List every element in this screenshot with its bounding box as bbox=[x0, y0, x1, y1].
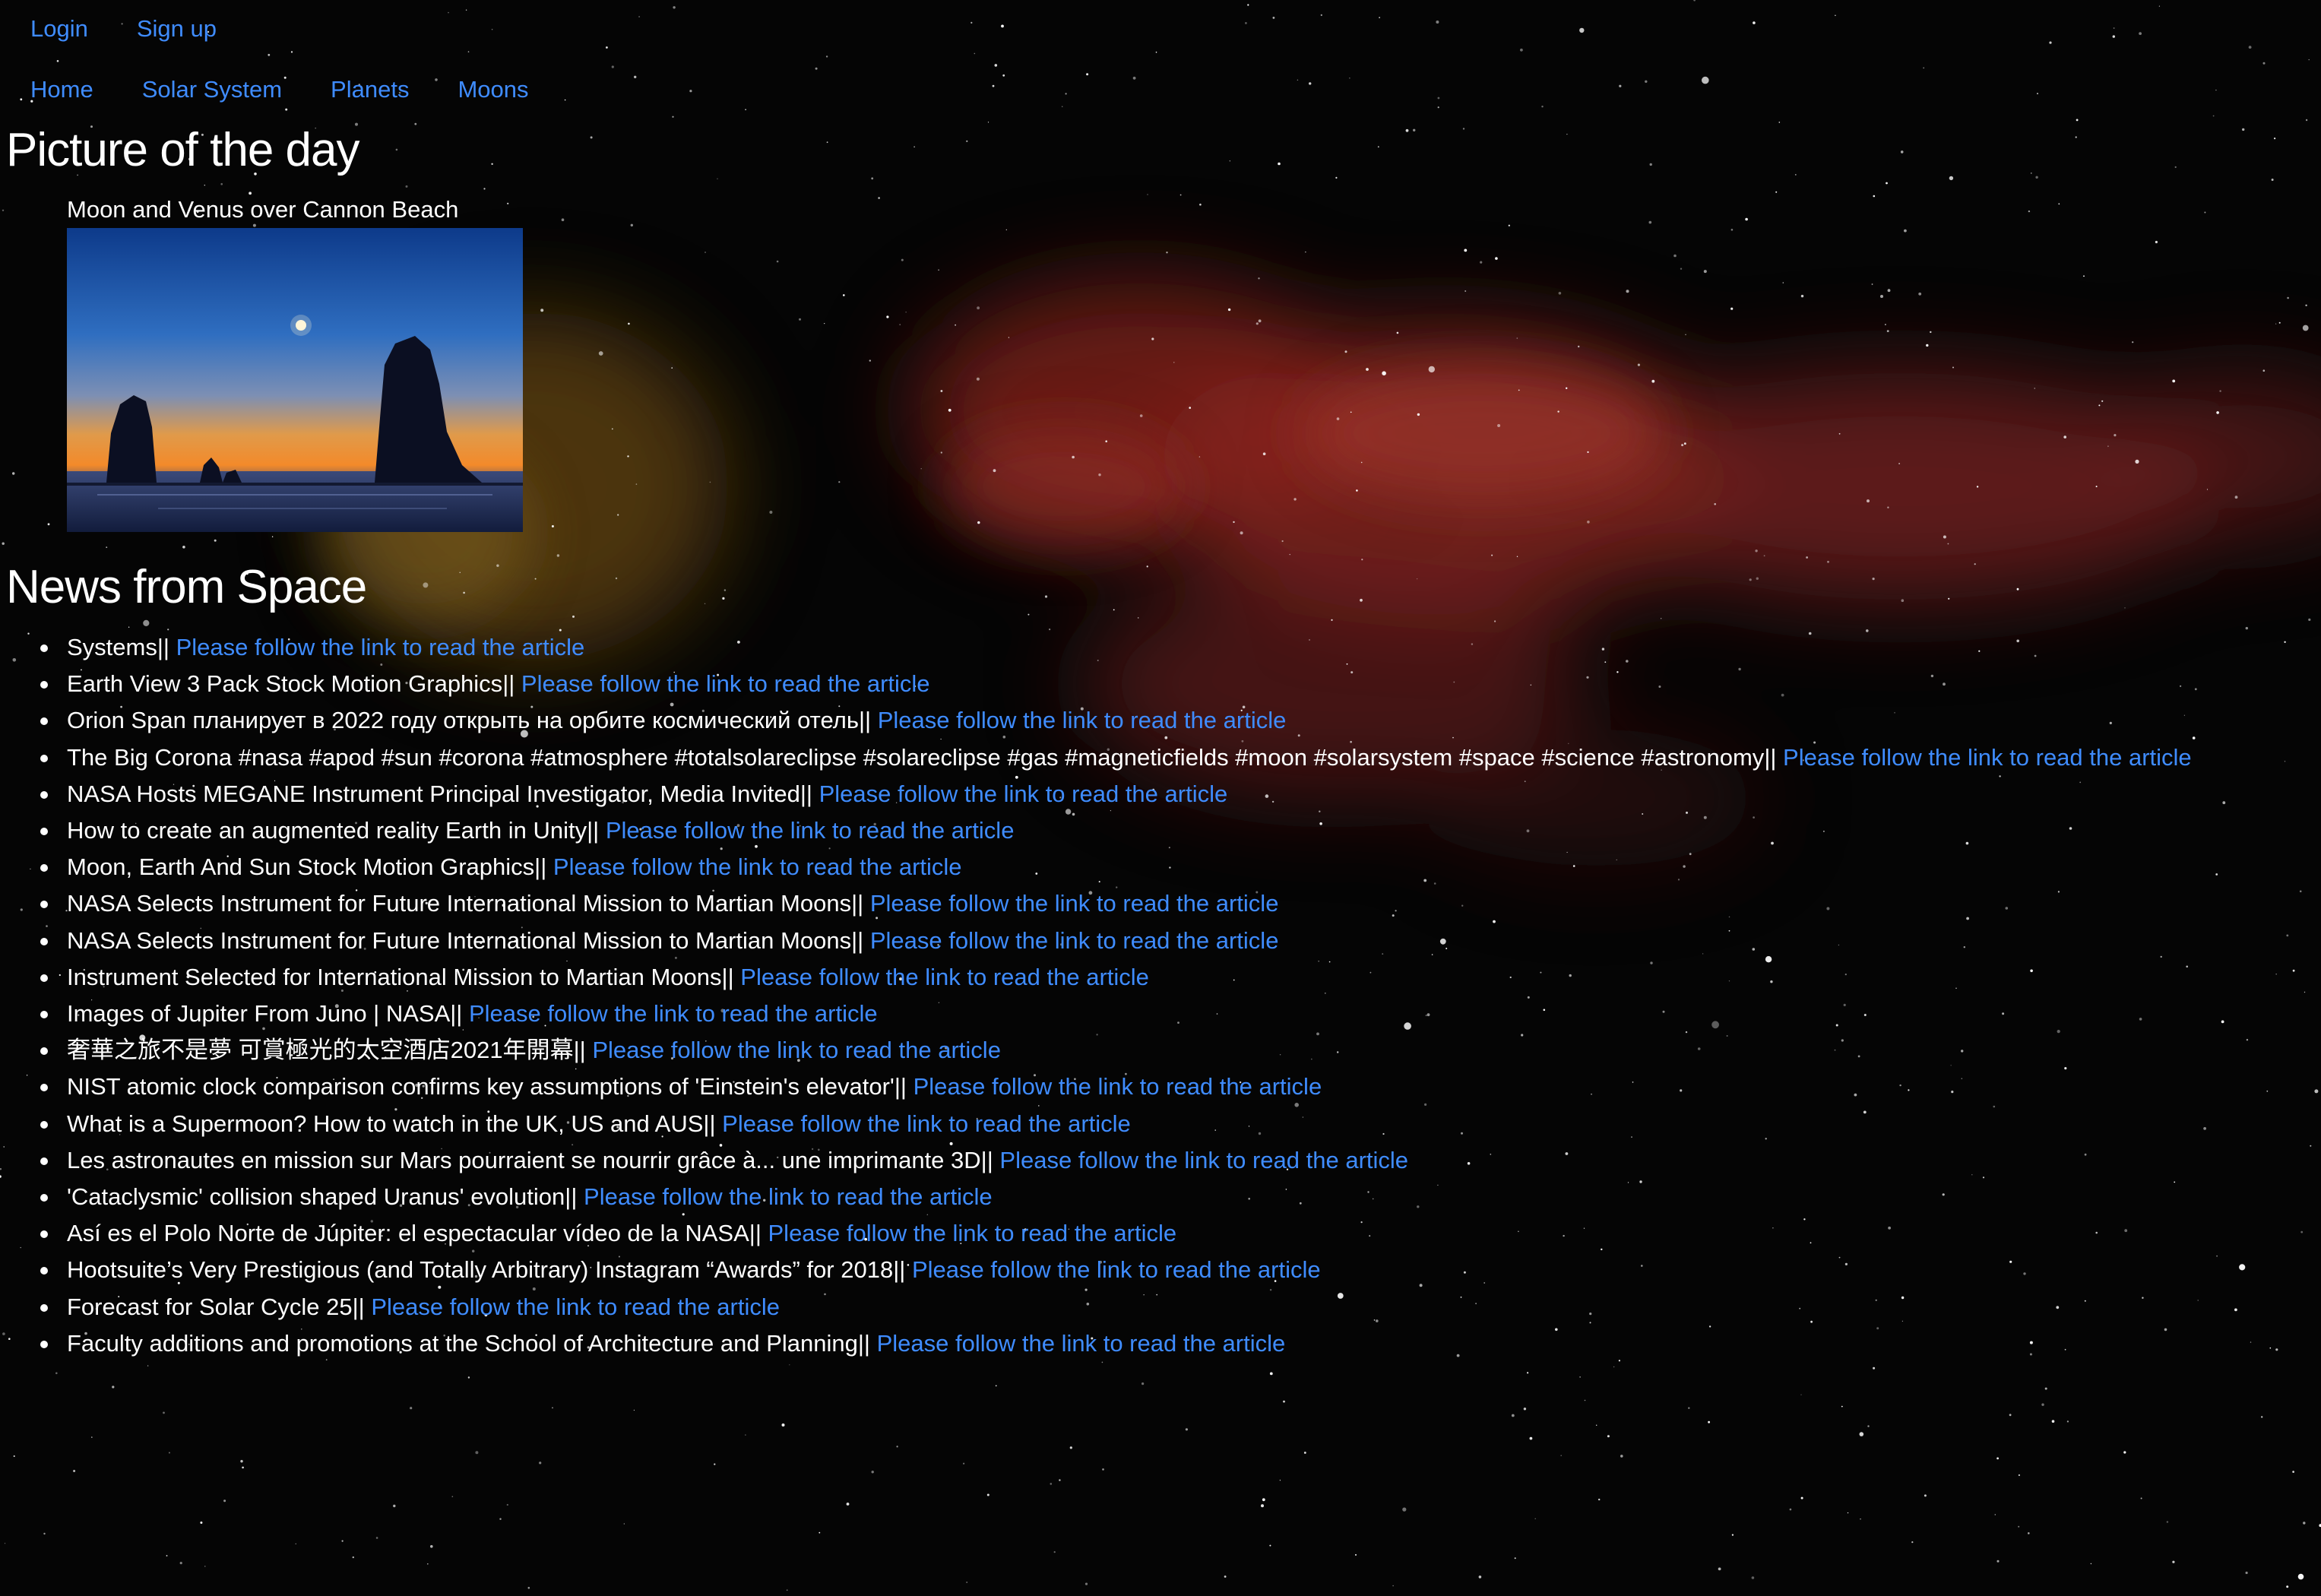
news-item: NASA Hosts MEGANE Instrument Principal I… bbox=[40, 776, 2192, 812]
auth-nav: Login Sign up bbox=[30, 15, 217, 43]
news-item: NASA Selects Instrument for Future Inter… bbox=[40, 885, 2192, 922]
news-item-title: The Big Corona #nasa #apod #sun #corona … bbox=[67, 743, 1765, 771]
news-item-separator: || bbox=[858, 707, 872, 734]
news-item: Earth View 3 Pack Stock Motion Graphics|… bbox=[40, 666, 2192, 702]
news-item-link[interactable]: Please follow the link to read the artic… bbox=[914, 1073, 1322, 1100]
news-item-title: Hootsuite’s Very Prestigious (and Totall… bbox=[67, 1256, 894, 1284]
news-item-separator: || bbox=[851, 890, 864, 917]
news-item-title: NASA Selects Instrument for Future Inter… bbox=[67, 926, 852, 954]
news-item-link[interactable]: Please follow the link to read the artic… bbox=[521, 670, 930, 697]
news-item-link[interactable]: Please follow the link to read the artic… bbox=[912, 1256, 1321, 1283]
news-item-title: NASA Hosts MEGANE Instrument Principal I… bbox=[67, 780, 800, 807]
news-item-link[interactable]: Please follow the link to read the artic… bbox=[606, 817, 1015, 844]
news-item-separator: || bbox=[703, 1110, 716, 1137]
news-item-title: Faculty additions and promotions at the … bbox=[67, 1329, 858, 1357]
picture-of-the-day-image bbox=[67, 228, 523, 532]
news-item-separator: || bbox=[534, 853, 547, 881]
news-item: Moon, Earth And Sun Stock Motion Graphic… bbox=[40, 849, 2192, 885]
news-item-separator: || bbox=[800, 780, 812, 807]
news-item-separator: || bbox=[587, 817, 600, 844]
news-item: NASA Selects Instrument for Future Inter… bbox=[40, 923, 2192, 959]
news-item-separator: || bbox=[450, 1000, 463, 1028]
news-item-link[interactable]: Please follow the link to read the artic… bbox=[870, 890, 1279, 917]
news-item: 奢華之旅不是夢 可賞極光的太空酒店2021年開幕|| Please follow… bbox=[40, 1032, 2192, 1069]
news-item: Orion Span планирует в 2022 году открыть… bbox=[40, 702, 2192, 739]
news-item-title: Así es el Polo Norte de Júpiter: el espe… bbox=[67, 1220, 749, 1247]
news-item: Les astronautes en mission sur Mars pour… bbox=[40, 1142, 2192, 1179]
news-item-title: NIST atomic clock comparison confirms ke… bbox=[67, 1073, 895, 1100]
news-item: Hootsuite’s Very Prestigious (and Totall… bbox=[40, 1252, 2192, 1288]
news-list: Systems|| Please follow the link to read… bbox=[0, 629, 2192, 1362]
news-item-link[interactable]: Please follow the link to read the artic… bbox=[722, 1110, 1131, 1137]
news-item-link[interactable]: Please follow the link to read the artic… bbox=[740, 964, 1149, 990]
news-item-title: Images of Jupiter From Juno | NASA bbox=[67, 1000, 451, 1028]
news-item-link[interactable]: Please follow the link to read the artic… bbox=[592, 1037, 1001, 1063]
news-item: Systems|| Please follow the link to read… bbox=[40, 629, 2192, 666]
news-item-separator: || bbox=[749, 1220, 762, 1247]
news-item-title: How to create an augmented reality Earth… bbox=[67, 817, 587, 844]
news-item-link[interactable]: Please follow the link to read the artic… bbox=[877, 1330, 1286, 1357]
news-item-link[interactable]: Please follow the link to read the artic… bbox=[999, 1147, 1408, 1173]
news-item-title: Earth View 3 Pack Stock Motion Graphics bbox=[67, 670, 503, 698]
signup-link[interactable]: Sign up bbox=[137, 15, 217, 43]
news-item-separator: || bbox=[502, 670, 515, 698]
news-item-title: Instrument Selected for International Mi… bbox=[67, 963, 722, 990]
login-link[interactable]: Login bbox=[30, 15, 88, 43]
news-item-separator: || bbox=[157, 634, 169, 660]
picture-of-the-day-heading: Picture of the day bbox=[6, 124, 359, 176]
news-item-title: Systems bbox=[67, 634, 157, 660]
news-item-separator: || bbox=[352, 1293, 365, 1320]
news-item-title: Orion Span планирует в 2022 году открыть… bbox=[67, 707, 859, 734]
news-item: Faculty additions and promotions at the … bbox=[40, 1325, 2192, 1362]
news-item-link[interactable]: Please follow the link to read the artic… bbox=[553, 853, 962, 880]
news-item-link[interactable]: Please follow the link to read the artic… bbox=[870, 927, 1279, 954]
news-item-separator: || bbox=[565, 1183, 578, 1211]
news-item-title: 奢華之旅不是夢 可賞極光的太空酒店2021年開幕 bbox=[67, 1037, 574, 1064]
news-item: NIST atomic clock comparison confirms ke… bbox=[40, 1069, 2192, 1105]
news-item: How to create an augmented reality Earth… bbox=[40, 812, 2192, 849]
nav-solar-system-link[interactable]: Solar System bbox=[142, 76, 282, 103]
news-item-link[interactable]: Please follow the link to read the artic… bbox=[768, 1220, 1177, 1246]
news-item: What is a Supermoon? How to watch in the… bbox=[40, 1106, 2192, 1142]
news-item-link[interactable]: Please follow the link to read the artic… bbox=[469, 1000, 878, 1027]
news-item-separator: || bbox=[573, 1037, 586, 1064]
news-item-title: Les astronautes en mission sur Mars pour… bbox=[67, 1146, 981, 1173]
news-item: Forecast for Solar Cycle 25|| Please fol… bbox=[40, 1289, 2192, 1325]
nav-planets-link[interactable]: Planets bbox=[331, 76, 409, 103]
news-item-link[interactable]: Please follow the link to read the artic… bbox=[584, 1183, 993, 1210]
news-item-title: Moon, Earth And Sun Stock Motion Graphic… bbox=[67, 853, 535, 881]
picture-of-the-day-caption: Moon and Venus over Cannon Beach bbox=[67, 196, 459, 223]
news-item-title: 'Cataclysmic' collision shaped Uranus' e… bbox=[67, 1183, 565, 1211]
news-item-separator: || bbox=[721, 963, 734, 990]
news-item: The Big Corona #nasa #apod #sun #corona … bbox=[40, 739, 2192, 776]
nav-moons-link[interactable]: Moons bbox=[458, 76, 528, 103]
news-item-separator: || bbox=[893, 1256, 906, 1284]
news-item: Así es el Polo Norte de Júpiter: el espe… bbox=[40, 1215, 2192, 1252]
news-item-title: NASA Selects Instrument for Future Inter… bbox=[67, 890, 852, 917]
news-item-title: What is a Supermoon? How to watch in the… bbox=[67, 1110, 704, 1137]
news-item-link[interactable]: Please follow the link to read the artic… bbox=[819, 781, 1228, 807]
main-nav: Home Solar System Planets Moons bbox=[30, 76, 529, 103]
news-item-title: Forecast for Solar Cycle 25 bbox=[67, 1293, 353, 1320]
news-item-link[interactable]: Please follow the link to read the artic… bbox=[176, 634, 585, 660]
news-item-separator: || bbox=[980, 1146, 993, 1173]
news-item: Images of Jupiter From Juno | NASA|| Ple… bbox=[40, 996, 2192, 1032]
news-item-link[interactable]: Please follow the link to read the artic… bbox=[371, 1294, 780, 1320]
news-item-link[interactable]: Please follow the link to read the artic… bbox=[1783, 744, 2192, 771]
news-item-separator: || bbox=[857, 1329, 870, 1357]
news-item-separator: || bbox=[851, 926, 864, 954]
news-item-link[interactable]: Please follow the link to read the artic… bbox=[878, 707, 1287, 733]
news-from-space-heading: News from Space bbox=[6, 561, 367, 613]
news-item: Instrument Selected for International Mi… bbox=[40, 959, 2192, 996]
news-item: 'Cataclysmic' collision shaped Uranus' e… bbox=[40, 1179, 2192, 1215]
news-item-separator: || bbox=[1764, 743, 1777, 771]
news-item-separator: || bbox=[894, 1073, 907, 1100]
nav-home-link[interactable]: Home bbox=[30, 76, 93, 103]
